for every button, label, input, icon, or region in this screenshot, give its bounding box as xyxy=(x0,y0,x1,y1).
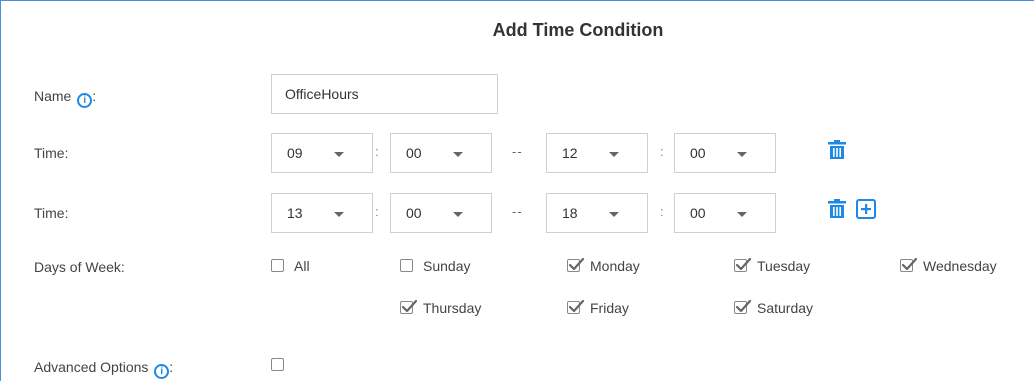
day-checkbox-label: Wednesday xyxy=(923,258,997,274)
end-minute-select-2[interactable]: 00 xyxy=(674,193,776,233)
day-checkbox-label: Monday xyxy=(590,258,640,274)
range-separator: -- xyxy=(512,204,523,219)
day-checkbox-label: Friday xyxy=(590,300,629,316)
chevron-down-icon xyxy=(453,152,463,157)
end-minute-value-1: 00 xyxy=(690,145,706,161)
name-label: Name i: xyxy=(34,88,96,108)
start-hour-select-1[interactable]: 09 xyxy=(271,133,373,173)
checkbox-box[interactable] xyxy=(271,259,284,272)
name-label-colon: : xyxy=(92,88,97,104)
name-label-text: Name xyxy=(34,88,72,104)
day-checkbox-label: All xyxy=(294,258,310,274)
checkbox-box[interactable] xyxy=(271,358,284,371)
chevron-down-icon xyxy=(609,152,619,157)
time-label-1: Time: xyxy=(34,145,69,161)
start-minute-value-1: 00 xyxy=(406,145,422,161)
end-hour-value-2: 18 xyxy=(562,205,578,221)
checkbox-checked-icon[interactable] xyxy=(400,299,418,314)
checkbox-checked-icon[interactable] xyxy=(734,257,752,272)
day-checkbox-label: Tuesday xyxy=(757,258,811,274)
advanced-options-label-colon: : xyxy=(169,359,174,375)
range-separator: -- xyxy=(512,144,523,159)
start-minute-value-2: 00 xyxy=(406,205,422,221)
chevron-down-icon xyxy=(609,212,619,217)
time-label-2: Time: xyxy=(34,205,69,221)
checkbox-checked-icon[interactable] xyxy=(900,257,918,272)
chevron-down-icon xyxy=(453,212,463,217)
day-checkbox-label: Saturday xyxy=(757,300,814,316)
checkbox-checked-icon[interactable] xyxy=(734,299,752,314)
start-minute-select-1[interactable]: 00 xyxy=(390,133,492,173)
plus-icon[interactable] xyxy=(856,199,876,219)
time-condition-panel: Add Time Condition Name i: Time: 09 : 00… xyxy=(0,0,1034,381)
end-minute-select-1[interactable]: 00 xyxy=(674,133,776,173)
day-checkbox-label: Thursday xyxy=(423,300,482,316)
info-icon[interactable]: i xyxy=(77,93,93,108)
start-hour-value-1: 09 xyxy=(287,145,303,161)
trash-icon[interactable] xyxy=(827,199,847,219)
time-separator: : xyxy=(660,204,664,219)
time-separator: : xyxy=(375,144,379,159)
end-hour-select-2[interactable]: 18 xyxy=(546,193,648,233)
checkbox-box[interactable] xyxy=(400,259,413,272)
end-hour-select-1[interactable]: 12 xyxy=(546,133,648,173)
trash-icon[interactable] xyxy=(827,140,847,160)
end-minute-value-2: 00 xyxy=(690,205,706,221)
info-icon[interactable]: i xyxy=(154,364,170,379)
chevron-down-icon xyxy=(334,152,344,157)
time-separator: : xyxy=(660,144,664,159)
advanced-options-label: Advanced Options i: xyxy=(34,359,173,379)
start-hour-value-2: 13 xyxy=(287,205,303,221)
checkbox-checked-icon[interactable] xyxy=(567,299,585,314)
start-hour-select-2[interactable]: 13 xyxy=(271,193,373,233)
name-input[interactable] xyxy=(271,74,498,114)
days-of-week-label: Days of Week: xyxy=(34,259,125,275)
time-separator: : xyxy=(375,204,379,219)
page-title: Add Time Condition xyxy=(492,20,664,40)
chevron-down-icon xyxy=(334,212,344,217)
day-checkbox-label: Sunday xyxy=(423,258,471,274)
start-minute-select-2[interactable]: 00 xyxy=(390,193,492,233)
chevron-down-icon xyxy=(737,152,747,157)
checkbox-checked-icon[interactable] xyxy=(567,257,585,272)
advanced-options-label-text: Advanced Options xyxy=(34,359,149,375)
end-hour-value-1: 12 xyxy=(562,145,578,161)
chevron-down-icon xyxy=(737,212,747,217)
